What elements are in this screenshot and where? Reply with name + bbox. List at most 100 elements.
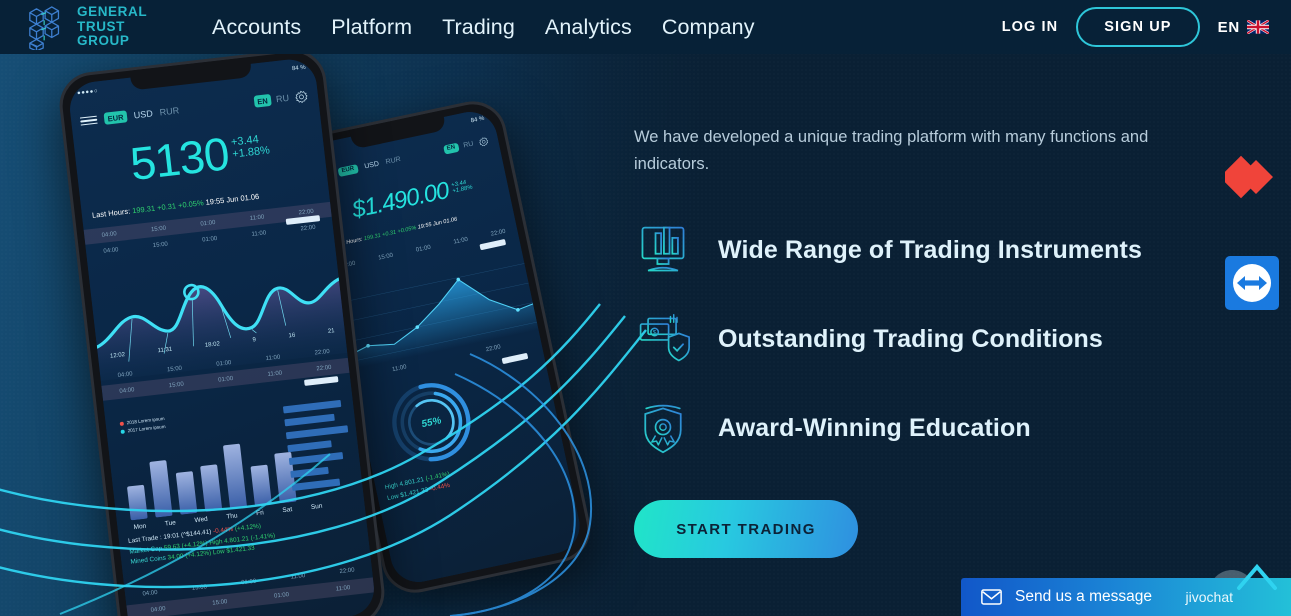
status-battery: 84 % bbox=[470, 115, 486, 125]
lang-alt[interactable]: RU bbox=[463, 140, 474, 149]
start-trading-button[interactable]: START TRADING bbox=[634, 500, 858, 559]
feature-list: Wide Range of Trading Instruments $ Outs… bbox=[634, 221, 1234, 457]
logo[interactable]: GENERAL TRUST GROUP bbox=[26, 4, 186, 50]
axis-tick: 01:00 bbox=[415, 244, 432, 254]
stat-label: Last Trade : bbox=[127, 534, 163, 545]
gear-icon[interactable] bbox=[293, 88, 310, 105]
percent-gauge: 55% bbox=[379, 370, 483, 474]
chat-widget[interactable]: Send us a message jivochat bbox=[961, 578, 1291, 616]
cubes-logo-icon bbox=[29, 6, 60, 50]
axis-tick: 22:00 bbox=[300, 224, 316, 232]
uk-flag-icon bbox=[1247, 20, 1269, 34]
wave-marker: 16 bbox=[288, 332, 296, 340]
axis-tick: 04:00 bbox=[119, 386, 135, 395]
nav-item-accounts[interactable]: Accounts bbox=[212, 15, 301, 40]
chat-brand-label: jivochat bbox=[1185, 589, 1233, 605]
logo-line-2: TRUST bbox=[77, 18, 125, 34]
axis-tick: 15:00 bbox=[191, 583, 208, 592]
axis-tick: 15:00 bbox=[166, 365, 183, 373]
nav-item-platform[interactable]: Platform bbox=[331, 15, 412, 40]
axis-tick: 01:00 bbox=[200, 219, 216, 228]
axis-tick: 04:00 bbox=[103, 246, 119, 255]
teamviewer-icon[interactable] bbox=[1225, 256, 1279, 310]
nav-item-company[interactable]: Company bbox=[662, 15, 755, 40]
axis-tick: 11:00 bbox=[267, 369, 283, 378]
axis-tick: 15:00 bbox=[168, 381, 185, 389]
axis-tick: 22:00 bbox=[490, 228, 507, 238]
axis-tick: 22:00 bbox=[339, 566, 355, 575]
axis-tick: 01:00 bbox=[201, 235, 218, 244]
axis-tick: 15:00 bbox=[212, 598, 228, 607]
axis-tick: 22:00 bbox=[314, 348, 330, 357]
currency-active[interactable]: EUR bbox=[337, 163, 359, 177]
axis-tick: 15:00 bbox=[377, 252, 394, 262]
lang-pill[interactable]: EN bbox=[442, 142, 460, 155]
shield-award-icon bbox=[634, 399, 692, 457]
menu-icon[interactable] bbox=[79, 113, 98, 129]
feature-item-education[interactable]: Award-Winning Education bbox=[634, 399, 1234, 457]
language-label: EN bbox=[1217, 18, 1240, 36]
logo-text: GENERAL TRUST GROUP bbox=[77, 4, 147, 49]
day-label: Tue bbox=[164, 519, 177, 528]
site-header: GENERAL TRUST GROUP Accounts Platform Tr… bbox=[0, 0, 1291, 54]
anydesk-icon[interactable] bbox=[1225, 150, 1279, 204]
currency-usd[interactable]: USD bbox=[133, 108, 153, 120]
hero-content: We have developed a unique trading platf… bbox=[634, 54, 1234, 616]
day-label: Sat bbox=[282, 506, 293, 515]
currency-active[interactable]: EUR bbox=[103, 110, 128, 125]
login-button[interactable]: LOG IN bbox=[1002, 19, 1059, 35]
money-shield-icon: $ bbox=[634, 310, 692, 368]
axis-tick: 01:00 bbox=[217, 375, 234, 384]
nav-item-trading[interactable]: Trading bbox=[442, 15, 515, 40]
axis-tick: 22:00 bbox=[298, 208, 314, 216]
axis-tick: 11:00 bbox=[391, 363, 408, 373]
status-battery: 84 % bbox=[291, 64, 307, 73]
axis-tick: 11:00 bbox=[452, 236, 469, 246]
axis-tick: 11:00 bbox=[265, 353, 281, 362]
stat-label: Mined Coins bbox=[130, 554, 167, 566]
monitor-bars-icon bbox=[634, 221, 692, 279]
currency-usd[interactable]: USD bbox=[364, 160, 380, 170]
stat-extra: -0.44% bbox=[212, 525, 234, 536]
hero-illustration: LTE 18:01 84 % EUR USD RUR EN RU bbox=[0, 45, 660, 616]
logo-line-3: GROUP bbox=[77, 33, 130, 49]
axis-tick: 04:00 bbox=[150, 605, 166, 614]
nav-item-analytics[interactable]: Analytics bbox=[545, 15, 632, 40]
lang-alt[interactable]: RU bbox=[276, 93, 290, 104]
price-change: +3.44 +1.88% bbox=[230, 128, 270, 161]
chat-message-label: Send us a message bbox=[1015, 588, 1153, 605]
gear-icon[interactable] bbox=[477, 135, 490, 148]
axis-tick: 11:00 bbox=[290, 572, 306, 581]
lang-pill[interactable]: EN bbox=[253, 93, 272, 108]
envelope-icon bbox=[981, 589, 1002, 605]
page-stage: LTE 18:01 84 % EUR USD RUR EN RU bbox=[0, 0, 1291, 616]
day-label: Thu bbox=[226, 512, 238, 521]
language-switcher[interactable]: EN bbox=[1218, 19, 1269, 36]
feature-item-conditions[interactable]: $ Outstanding Trading Conditions bbox=[634, 310, 1234, 368]
svg-text:$: $ bbox=[653, 330, 657, 337]
price-change: +3.44 +1.88% bbox=[450, 175, 474, 195]
feature-label: Outstanding Trading Conditions bbox=[718, 324, 1103, 353]
feature-item-instruments[interactable]: Wide Range of Trading Instruments bbox=[634, 221, 1234, 279]
axis-tick: 11:00 bbox=[249, 213, 265, 222]
signup-button[interactable]: SIGN UP bbox=[1076, 7, 1200, 47]
header-actions: LOG IN SIGN UP EN bbox=[1002, 7, 1269, 47]
currency-rur[interactable]: RUR bbox=[385, 155, 401, 165]
feature-label: Wide Range of Trading Instruments bbox=[718, 235, 1142, 264]
gauge-percent: 55% bbox=[420, 414, 443, 430]
hero-lead-text: We have developed a unique trading platf… bbox=[634, 128, 1149, 173]
axis-tick: 04:00 bbox=[101, 230, 117, 239]
price-value: 5130 bbox=[127, 127, 232, 191]
wave-marker: 21 bbox=[327, 328, 335, 335]
axis-tick: 15:00 bbox=[152, 240, 169, 249]
stat-extra2: (+4.12%) bbox=[234, 522, 262, 533]
feature-label: Award-Winning Education bbox=[718, 413, 1031, 442]
axis-tick: 04:00 bbox=[142, 589, 158, 598]
phone-screen-main: ●●●●○ LTE 18:01 84 % EUR USD RUR EN RU bbox=[67, 56, 377, 616]
axis-tick: 04:00 bbox=[117, 370, 133, 379]
axis-tick: 11:00 bbox=[335, 584, 351, 593]
axis-tick: 01:00 bbox=[240, 578, 257, 586]
axis-tick: 01:00 bbox=[273, 591, 290, 600]
signal-dots: ●●●●○ bbox=[76, 88, 99, 97]
currency-rur[interactable]: RUR bbox=[159, 105, 180, 117]
